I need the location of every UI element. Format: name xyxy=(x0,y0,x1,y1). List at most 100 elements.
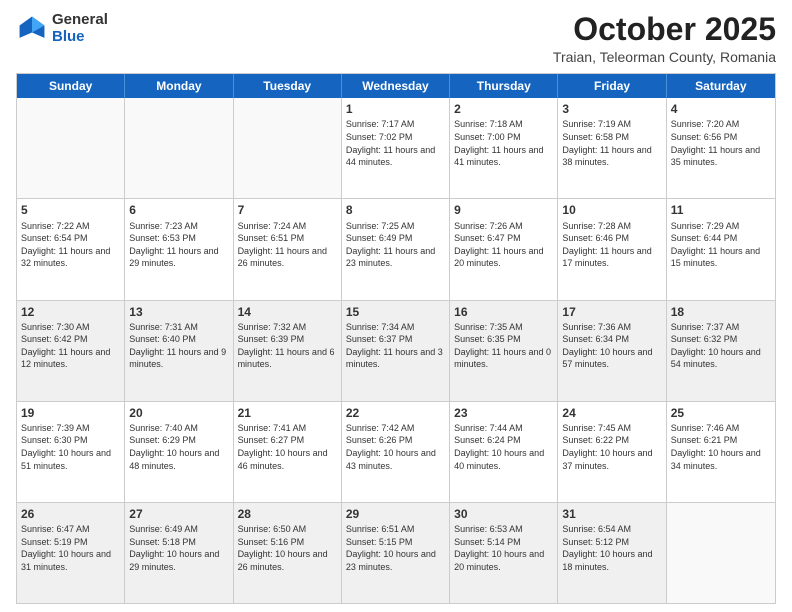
calendar-cell: 5Sunrise: 7:22 AM Sunset: 6:54 PM Daylig… xyxy=(17,199,125,299)
calendar-header-cell: Thursday xyxy=(450,74,558,98)
cell-info: Sunrise: 7:22 AM Sunset: 6:54 PM Dayligh… xyxy=(21,220,120,270)
calendar-cell xyxy=(667,503,775,603)
calendar-cell: 11Sunrise: 7:29 AM Sunset: 6:44 PM Dayli… xyxy=(667,199,775,299)
cell-info: Sunrise: 6:47 AM Sunset: 5:19 PM Dayligh… xyxy=(21,523,120,573)
calendar-cell: 13Sunrise: 7:31 AM Sunset: 6:40 PM Dayli… xyxy=(125,301,233,401)
cell-info: Sunrise: 7:37 AM Sunset: 6:32 PM Dayligh… xyxy=(671,321,771,371)
day-number: 21 xyxy=(238,405,337,421)
day-number: 19 xyxy=(21,405,120,421)
logo-icon xyxy=(16,13,48,45)
day-number: 25 xyxy=(671,405,771,421)
calendar-cell: 18Sunrise: 7:37 AM Sunset: 6:32 PM Dayli… xyxy=(667,301,775,401)
day-number: 26 xyxy=(21,506,120,522)
day-number: 6 xyxy=(129,202,228,218)
calendar-header-cell: Wednesday xyxy=(342,74,450,98)
logo-blue-text: Blue xyxy=(52,29,108,46)
day-number: 4 xyxy=(671,101,771,117)
calendar-week: 12Sunrise: 7:30 AM Sunset: 6:42 PM Dayli… xyxy=(17,301,775,402)
calendar-week: 19Sunrise: 7:39 AM Sunset: 6:30 PM Dayli… xyxy=(17,402,775,503)
cell-info: Sunrise: 7:42 AM Sunset: 6:26 PM Dayligh… xyxy=(346,422,445,472)
cell-info: Sunrise: 7:18 AM Sunset: 7:00 PM Dayligh… xyxy=(454,118,553,168)
calendar-header-cell: Friday xyxy=(558,74,666,98)
calendar-week: 26Sunrise: 6:47 AM Sunset: 5:19 PM Dayli… xyxy=(17,503,775,603)
cell-info: Sunrise: 7:36 AM Sunset: 6:34 PM Dayligh… xyxy=(562,321,661,371)
calendar-cell: 1Sunrise: 7:17 AM Sunset: 7:02 PM Daylig… xyxy=(342,98,450,198)
cell-info: Sunrise: 7:45 AM Sunset: 6:22 PM Dayligh… xyxy=(562,422,661,472)
calendar-cell: 10 Sunrise: 7:28 AM Sunset: 6:46 PM Dayli… xyxy=(558,199,666,299)
day-number: 15 xyxy=(346,304,445,320)
calendar-cell: 4Sunrise: 7:20 AM Sunset: 6:56 PM Daylig… xyxy=(667,98,775,198)
day-number: 17 xyxy=(562,304,661,320)
day-number: 24 xyxy=(562,405,661,421)
calendar-week: 5Sunrise: 7:22 AM Sunset: 6:54 PM Daylig… xyxy=(17,199,775,300)
calendar-cell xyxy=(17,98,125,198)
calendar-header: SundayMondayTuesdayWednesdayThursdayFrid… xyxy=(17,74,775,98)
day-number: 22 xyxy=(346,405,445,421)
calendar-cell: 16Sunrise: 7:35 AM Sunset: 6:35 PM Dayli… xyxy=(450,301,558,401)
cell-info: Sunrise: 7:35 AM Sunset: 6:35 PM Dayligh… xyxy=(454,321,553,371)
calendar-cell: 23Sunrise: 7:44 AM Sunset: 6:24 PM Dayli… xyxy=(450,402,558,502)
calendar-cell: 26Sunrise: 6:47 AM Sunset: 5:19 PM Dayli… xyxy=(17,503,125,603)
day-number: 9 xyxy=(454,202,553,218)
cell-info: Sunrise: 6:51 AM Sunset: 5:15 PM Dayligh… xyxy=(346,523,445,573)
cell-info: Sunrise: 7:34 AM Sunset: 6:37 PM Dayligh… xyxy=(346,321,445,371)
logo-text: General Blue xyxy=(52,12,108,45)
day-number: 10 xyxy=(562,202,661,218)
title-block: October 2025 Traian, Teleorman County, R… xyxy=(553,12,776,65)
cell-info: Sunrise: 7:28 AM Sunset: 6:46 PM Dayligh… xyxy=(562,220,661,270)
calendar-cell: 3Sunrise: 7:19 AM Sunset: 6:58 PM Daylig… xyxy=(558,98,666,198)
cell-info: Sunrise: 7:41 AM Sunset: 6:27 PM Dayligh… xyxy=(238,422,337,472)
calendar-cell: 12Sunrise: 7:30 AM Sunset: 6:42 PM Dayli… xyxy=(17,301,125,401)
cell-info: Sunrise: 7:46 AM Sunset: 6:21 PM Dayligh… xyxy=(671,422,771,472)
day-number: 16 xyxy=(454,304,553,320)
calendar-cell: 6 Sunrise: 7:23 AM Sunset: 6:53 PM Daylig… xyxy=(125,199,233,299)
cell-info: Sunrise: 6:49 AM Sunset: 5:18 PM Dayligh… xyxy=(129,523,228,573)
logo-general-text: General xyxy=(52,12,108,29)
calendar-cell: 15Sunrise: 7:34 AM Sunset: 6:37 PM Dayli… xyxy=(342,301,450,401)
logo: General Blue xyxy=(16,12,108,45)
calendar-cell: 2Sunrise: 7:18 AM Sunset: 7:00 PM Daylig… xyxy=(450,98,558,198)
calendar-cell: 17Sunrise: 7:36 AM Sunset: 6:34 PM Dayli… xyxy=(558,301,666,401)
day-number: 13 xyxy=(129,304,228,320)
day-number: 3 xyxy=(562,101,661,117)
calendar-cell: 8 Sunrise: 7:25 AM Sunset: 6:49 PM Daylig… xyxy=(342,199,450,299)
calendar-cell: 30Sunrise: 6:53 AM Sunset: 5:14 PM Dayli… xyxy=(450,503,558,603)
calendar-cell: 7Sunrise: 7:24 AM Sunset: 6:51 PM Daylig… xyxy=(234,199,342,299)
subtitle: Traian, Teleorman County, Romania xyxy=(553,49,776,65)
calendar-cell: 22Sunrise: 7:42 AM Sunset: 6:26 PM Dayli… xyxy=(342,402,450,502)
day-number: 18 xyxy=(671,304,771,320)
cell-info: Sunrise: 7:25 AM Sunset: 6:49 PM Dayligh… xyxy=(346,220,445,270)
day-number: 20 xyxy=(129,405,228,421)
calendar-cell: 31Sunrise: 6:54 AM Sunset: 5:12 PM Dayli… xyxy=(558,503,666,603)
cell-info: Sunrise: 6:54 AM Sunset: 5:12 PM Dayligh… xyxy=(562,523,661,573)
cell-info: Sunrise: 7:19 AM Sunset: 6:58 PM Dayligh… xyxy=(562,118,661,168)
calendar-cell: 25Sunrise: 7:46 AM Sunset: 6:21 PM Dayli… xyxy=(667,402,775,502)
day-number: 27 xyxy=(129,506,228,522)
day-number: 2 xyxy=(454,101,553,117)
calendar-header-cell: Saturday xyxy=(667,74,775,98)
cell-info: Sunrise: 7:23 AM Sunset: 6:53 PM Dayligh… xyxy=(129,220,228,270)
cell-info: Sunrise: 7:32 AM Sunset: 6:39 PM Dayligh… xyxy=(238,321,337,371)
cell-info: Sunrise: 7:39 AM Sunset: 6:30 PM Dayligh… xyxy=(21,422,120,472)
calendar-cell xyxy=(125,98,233,198)
day-number: 23 xyxy=(454,405,553,421)
day-number: 28 xyxy=(238,506,337,522)
calendar-cell xyxy=(234,98,342,198)
calendar-header-cell: Monday xyxy=(125,74,233,98)
calendar-cell: 28Sunrise: 6:50 AM Sunset: 5:16 PM Dayli… xyxy=(234,503,342,603)
day-number: 8 xyxy=(346,202,445,218)
cell-info: Sunrise: 7:40 AM Sunset: 6:29 PM Dayligh… xyxy=(129,422,228,472)
cell-info: Sunrise: 7:24 AM Sunset: 6:51 PM Dayligh… xyxy=(238,220,337,270)
calendar-cell: 27Sunrise: 6:49 AM Sunset: 5:18 PM Dayli… xyxy=(125,503,233,603)
day-number: 1 xyxy=(346,101,445,117)
calendar: SundayMondayTuesdayWednesdayThursdayFrid… xyxy=(16,73,776,604)
calendar-week: 1Sunrise: 7:17 AM Sunset: 7:02 PM Daylig… xyxy=(17,98,775,199)
calendar-cell: 19Sunrise: 7:39 AM Sunset: 6:30 PM Dayli… xyxy=(17,402,125,502)
cell-info: Sunrise: 7:30 AM Sunset: 6:42 PM Dayligh… xyxy=(21,321,120,371)
cell-info: Sunrise: 7:20 AM Sunset: 6:56 PM Dayligh… xyxy=(671,118,771,168)
cell-info: Sunrise: 6:50 AM Sunset: 5:16 PM Dayligh… xyxy=(238,523,337,573)
cell-info: Sunrise: 7:44 AM Sunset: 6:24 PM Dayligh… xyxy=(454,422,553,472)
calendar-cell: 14Sunrise: 7:32 AM Sunset: 6:39 PM Dayli… xyxy=(234,301,342,401)
day-number: 30 xyxy=(454,506,553,522)
calendar-header-cell: Sunday xyxy=(17,74,125,98)
